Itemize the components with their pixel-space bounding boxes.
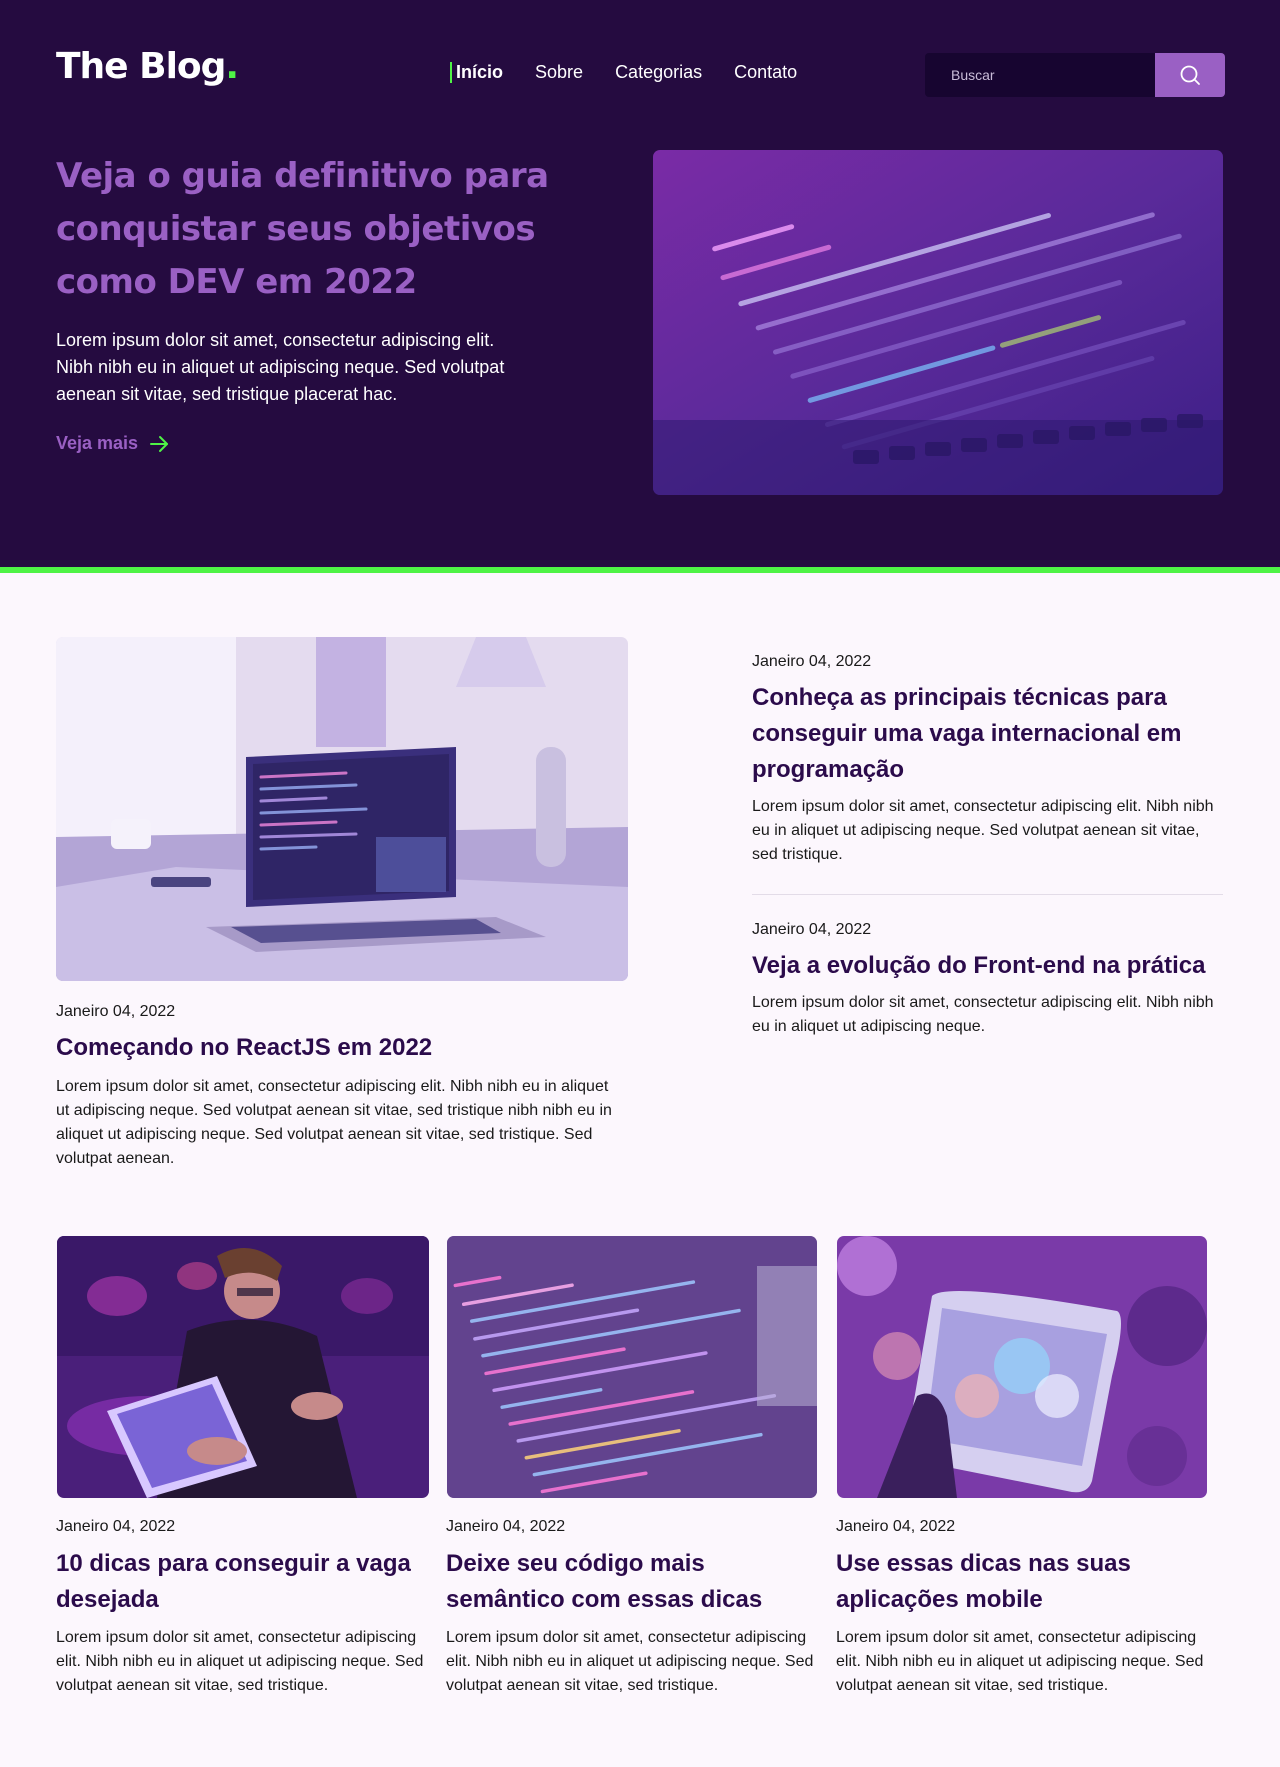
post-divider — [752, 894, 1223, 895]
side-post-title[interactable]: Veja a evolução do Front-end na prática — [752, 948, 1223, 984]
nav-item-sobre[interactable]: Sobre — [535, 62, 583, 83]
grid-post-title[interactable]: 10 dicas para conseguir a vaga desejada — [56, 1546, 426, 1618]
hero-title: Veja o guia definitivo para conquistar s… — [56, 156, 549, 302]
grid-post-image[interactable] — [837, 1236, 1207, 1498]
logo-text: The Blog — [56, 46, 226, 87]
grid-post-title[interactable]: Deixe seu código mais semântico com essa… — [446, 1546, 818, 1618]
see-more-link[interactable]: Veja mais — [56, 433, 170, 454]
grid-post-excerpt: Lorem ipsum dolor sit amet, consectetur … — [836, 1629, 1204, 1694]
search-icon — [1180, 65, 1200, 85]
grid-post-date: Janeiro 04, 2022 — [446, 1518, 566, 1535]
grid-post-date: Janeiro 04, 2022 — [56, 1518, 176, 1535]
logo-dot: . — [225, 46, 239, 87]
see-more-label: Veja mais — [56, 433, 139, 453]
arrow-right-icon — [150, 435, 169, 452]
grid-post-excerpt: Lorem ipsum dolor sit amet, consectetur … — [446, 1629, 814, 1694]
grid-post-title[interactable]: Use essas dicas nas suas aplicações mobi… — [836, 1546, 1208, 1618]
logo[interactable]: The Blog. — [56, 46, 239, 87]
nav-item-categorias[interactable]: Categorias — [615, 62, 702, 83]
side-post-date: Janeiro 04, 2022 — [752, 921, 872, 938]
search-button[interactable] — [1155, 53, 1225, 97]
grid-post-date: Janeiro 04, 2022 — [836, 1518, 956, 1535]
grid-post-image[interactable] — [447, 1236, 817, 1498]
main-nav: Início Sobre Categorias Contato — [450, 62, 797, 83]
side-post-excerpt: Lorem ipsum dolor sit amet, consectetur … — [752, 994, 1214, 1035]
featured-post-date: Janeiro 04, 2022 — [56, 1003, 176, 1020]
search-bar — [925, 53, 1225, 97]
search-input[interactable] — [925, 53, 1155, 97]
hero-text: Lorem ipsum dolor sit amet, consectetur … — [56, 330, 505, 404]
side-post-date: Janeiro 04, 2022 — [752, 653, 872, 670]
hero-section: The Blog. Início Sobre Categorias Contat… — [0, 0, 1280, 567]
grid-post-excerpt: Lorem ipsum dolor sit amet, consectetur … — [56, 1629, 424, 1694]
nav-item-contato[interactable]: Contato — [734, 62, 797, 83]
grid-post-image[interactable] — [57, 1236, 429, 1498]
hero-image — [653, 150, 1223, 495]
accent-divider — [0, 567, 1280, 573]
side-post-excerpt: Lorem ipsum dolor sit amet, consectetur … — [752, 798, 1214, 863]
side-post-title[interactable]: Conheça as principais técnicas para cons… — [752, 680, 1182, 788]
featured-post-title[interactable]: Começando no ReactJS em 2022 — [56, 1030, 626, 1066]
featured-post-excerpt: Lorem ipsum dolor sit amet, consectetur … — [56, 1078, 612, 1167]
nav-item-inicio[interactable]: Início — [450, 62, 503, 83]
featured-post-image[interactable] — [56, 637, 628, 981]
